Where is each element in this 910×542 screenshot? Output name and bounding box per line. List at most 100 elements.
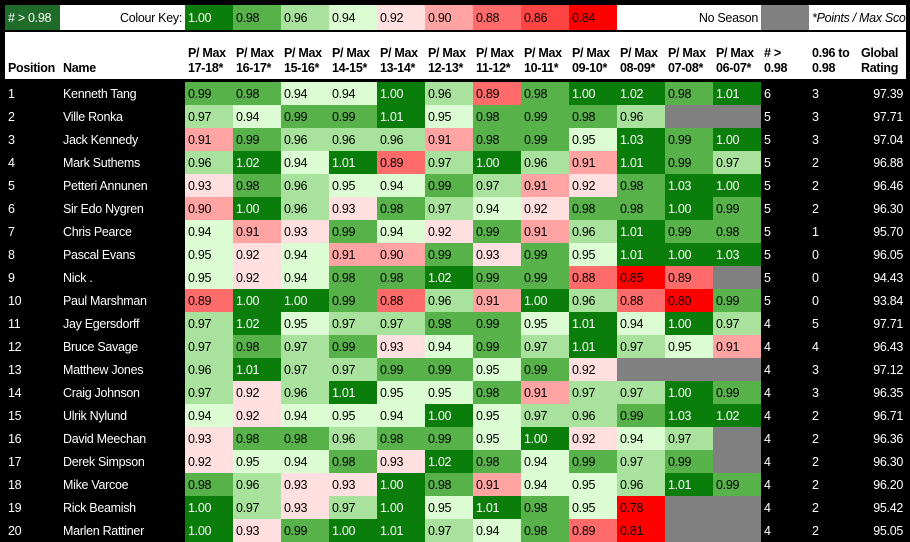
096-to-098-cell: 3 (809, 80, 858, 105)
season-score-cell: 1.00 (713, 128, 761, 151)
season-score-cell: 0.92 (521, 197, 569, 220)
global-rating-cell: 96.46 (858, 174, 906, 197)
colour-key-swatch: 1.00 (185, 5, 233, 32)
season-score-cell: 0.96 (329, 128, 377, 151)
global-rating-cell: 95.42 (858, 496, 906, 519)
season-score-cell: 0.97 (185, 105, 233, 128)
colour-key-label: Colour Key: (60, 5, 185, 32)
season-score-cell: 1.01 (377, 105, 425, 128)
season-score-cell: 0.98 (329, 266, 377, 289)
096-to-098-cell: 2 (809, 404, 858, 427)
season-score-cell: 0.99 (521, 358, 569, 381)
above-098-cell: 4 (761, 404, 809, 427)
season-score-cell: 0.99 (329, 289, 377, 312)
season-score-cell: 0.94 (425, 335, 473, 358)
season-score-cell: 1.01 (665, 473, 713, 496)
season-score-cell: 0.96 (281, 197, 329, 220)
season-score-cell: 0.98 (233, 174, 281, 197)
above-098-cell: 4 (761, 358, 809, 381)
season-score-cell: 0.89 (185, 289, 233, 312)
season-score-cell: 0.99 (713, 473, 761, 496)
position-cell: 14 (5, 381, 60, 404)
no-season-cell (713, 358, 761, 381)
header-season-text: P/ Max 15-16* (284, 46, 322, 75)
table-row: 16 David Meechan 0.93 0.98 0.98 0.96 0.98 0.99 0… (5, 427, 906, 450)
global-rating-cell: 96.35 (858, 381, 906, 404)
no-season-cell (713, 105, 761, 128)
season-score-cell: 0.99 (329, 105, 377, 128)
season-score-cell: 0.93 (281, 473, 329, 496)
header-season-text: P/ Max 13-14* (380, 46, 418, 75)
season-score-cell: 1.03 (713, 243, 761, 266)
season-score-cell: 0.98 (569, 197, 617, 220)
season-score-cell: 0.90 (185, 197, 233, 220)
season-score-cell: 1.01 (473, 496, 521, 519)
season-score-cell: 0.95 (665, 335, 713, 358)
colour-key-swatch: 0.88 (473, 5, 521, 32)
season-score-cell: 0.95 (425, 381, 473, 404)
season-score-cell: 0.95 (281, 312, 329, 335)
position-cell: 2 (5, 105, 60, 128)
season-score-cell: 0.97 (329, 358, 377, 381)
season-score-cell: 0.95 (473, 427, 521, 450)
season-score-cell: 0.98 (473, 381, 521, 404)
above-098-cell: 4 (761, 496, 809, 519)
season-score-cell: 0.91 (185, 128, 233, 151)
season-score-cell: 0.99 (425, 243, 473, 266)
season-score-cell: 0.98 (473, 450, 521, 473)
season-score-cell: 0.98 (377, 427, 425, 450)
season-score-cell: 0.98 (665, 80, 713, 105)
season-score-cell: 0.91 (521, 174, 569, 197)
season-score-cell: 0.97 (521, 404, 569, 427)
position-cell: 20 (5, 519, 60, 542)
season-score-cell: 0.97 (473, 174, 521, 197)
season-score-cell: 0.94 (281, 243, 329, 266)
season-score-cell: 1.00 (473, 151, 521, 174)
season-score-cell: 0.91 (329, 243, 377, 266)
above-098-cell: 5 (761, 174, 809, 197)
season-score-cell: 0.95 (473, 404, 521, 427)
season-score-cell: 0.96 (377, 128, 425, 151)
position-cell: 19 (5, 496, 60, 519)
season-score-cell: 0.94 (329, 80, 377, 105)
season-score-cell: 1.00 (377, 496, 425, 519)
name-cell: Jack Kennedy (60, 128, 185, 151)
above-098-cell: 6 (761, 80, 809, 105)
global-rating-cell: 96.43 (858, 335, 906, 358)
season-score-cell: 1.02 (713, 404, 761, 427)
season-score-cell: 0.98 (521, 519, 569, 542)
096-to-098-cell: 0 (809, 243, 858, 266)
season-score-cell: 0.91 (425, 128, 473, 151)
season-score-cell: 0.96 (329, 427, 377, 450)
no-season-swatch (761, 5, 809, 32)
above-098-cell: 4 (761, 473, 809, 496)
season-score-cell: 1.01 (617, 220, 665, 243)
season-score-cell: 0.91 (521, 381, 569, 404)
096-to-098-cell: 1 (809, 220, 858, 243)
name-cell: Mark Suthems (60, 151, 185, 174)
season-score-cell: 0.85 (617, 266, 665, 289)
above-098-cell: 4 (761, 312, 809, 335)
no-season-cell (617, 358, 665, 381)
season-score-cell: 0.94 (185, 220, 233, 243)
above-098-cell: 4 (761, 335, 809, 358)
season-score-cell: 0.99 (713, 197, 761, 220)
season-score-cell: 0.98 (425, 312, 473, 335)
season-score-cell: 0.88 (377, 289, 425, 312)
header-season: P/ Max 13-14* (377, 31, 425, 82)
season-score-cell: 0.96 (617, 473, 665, 496)
season-score-cell: 0.99 (473, 312, 521, 335)
no-season-cell (713, 450, 761, 473)
header-season: P/ Max 14-15* (329, 31, 377, 82)
table-row: 18 Mike Varcoe 0.98 0.96 0.93 0.93 1.00 0.98 0.9… (5, 473, 906, 496)
season-score-cell: 1.00 (521, 427, 569, 450)
name-cell: Craig Johnson (60, 381, 185, 404)
season-score-cell: 0.92 (425, 220, 473, 243)
season-score-cell: 0.98 (617, 174, 665, 197)
position-cell: 17 (5, 450, 60, 473)
season-score-cell: 0.99 (521, 128, 569, 151)
global-rating-cell: 96.36 (858, 427, 906, 450)
table-row: 4 Mark Suthems 0.96 1.02 0.94 1.01 0.89 0.97 1.0… (5, 151, 906, 174)
global-rating-cell: 93.84 (858, 289, 906, 312)
season-score-cell: 0.98 (233, 335, 281, 358)
